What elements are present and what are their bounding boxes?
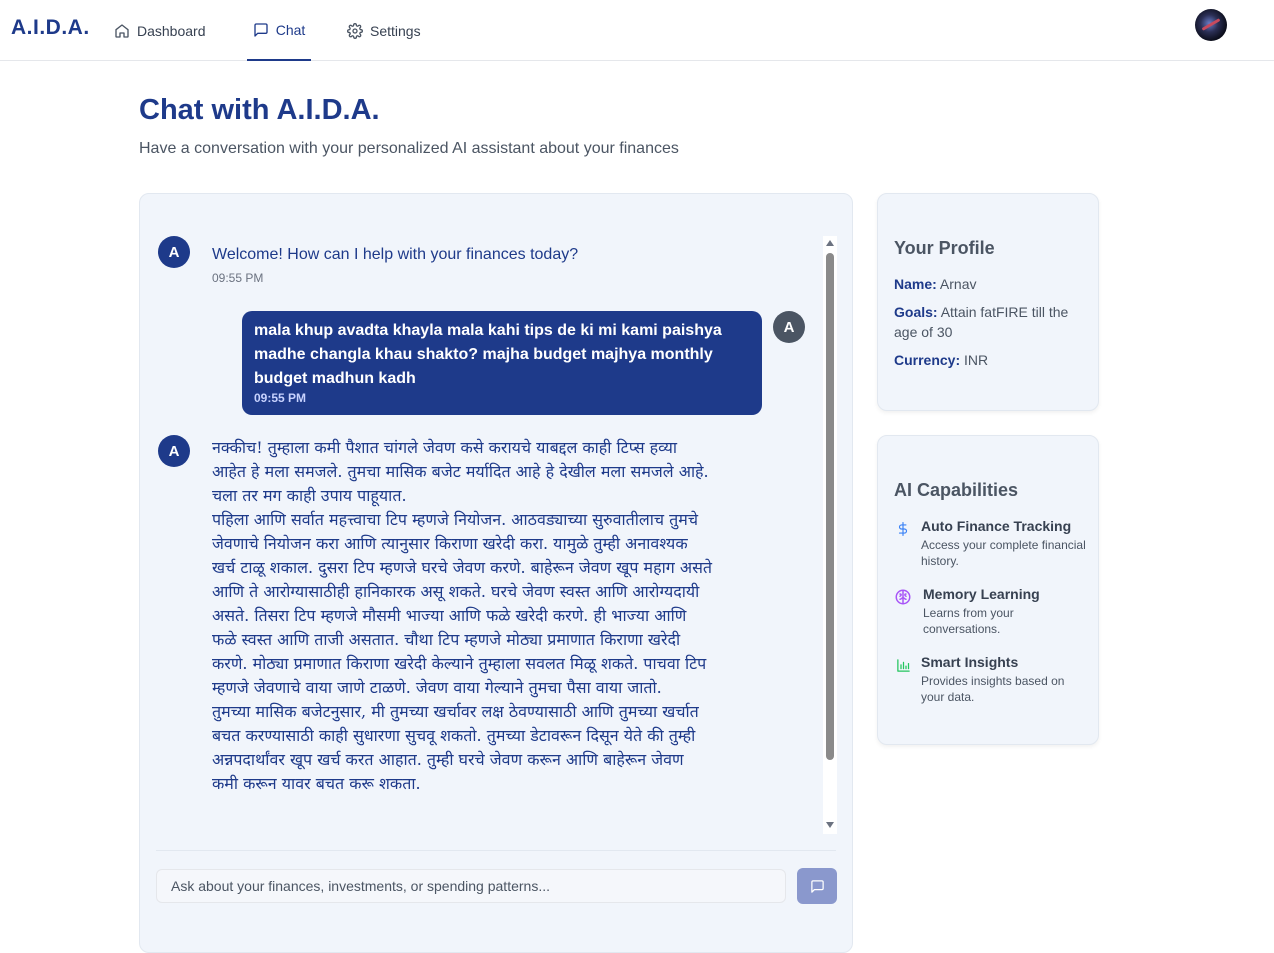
send-button[interactable] bbox=[797, 868, 837, 904]
profile-title: Your Profile bbox=[894, 238, 995, 258]
capability-desc: Provides insights based on your data. bbox=[921, 674, 1065, 704]
nav-dashboard[interactable]: Dashboard bbox=[110, 0, 210, 61]
assistant-avatar: A bbox=[158, 435, 190, 467]
message-scrollbar[interactable] bbox=[823, 236, 837, 834]
chat-input[interactable] bbox=[156, 869, 786, 903]
message-time: 09:55 PM bbox=[212, 271, 264, 285]
home-icon bbox=[115, 23, 129, 38]
chat-bubble-icon bbox=[254, 22, 268, 37]
profile-goals-label: Goals: bbox=[894, 304, 938, 320]
capability-desc: Access your complete financial history. bbox=[921, 538, 1086, 568]
gear-icon bbox=[347, 22, 363, 39]
profile-name-label: Name: bbox=[894, 276, 937, 292]
page-title: Chat with A.I.D.A. bbox=[139, 94, 380, 126]
scroll-thumb[interactable] bbox=[826, 253, 834, 760]
message-list[interactable]: A Welcome! How can I help with your fina… bbox=[156, 236, 822, 831]
capabilities-card: AI Capabilities Auto Finance Tracking Ac… bbox=[877, 435, 1099, 745]
nav-settings[interactable]: Settings bbox=[343, 0, 425, 61]
chat-panel: A Welcome! How can I help with your fina… bbox=[139, 193, 853, 953]
message-paragraph: नक्कीच! तुम्हाला कमी पैशात चांगले जेवण क… bbox=[212, 438, 709, 505]
nav-settings-label: Settings bbox=[370, 22, 421, 39]
brain-icon bbox=[894, 588, 912, 606]
user-message: mala khup avadta khayla mala kahi tips d… bbox=[242, 311, 762, 415]
scroll-down-arrow-icon[interactable] bbox=[826, 822, 834, 828]
profile-currency: Currency: INR bbox=[894, 350, 1084, 370]
message-time: 09:55 PM bbox=[254, 391, 307, 405]
capabilities-title: AI Capabilities bbox=[894, 480, 1019, 500]
capability-name: Auto Finance Tracking bbox=[921, 518, 1072, 534]
profile-currency-label: Currency: bbox=[894, 352, 961, 368]
send-message-icon bbox=[810, 879, 824, 893]
bar-chart-icon bbox=[894, 656, 912, 674]
profile-name-value: Arnav bbox=[939, 276, 977, 292]
profile-currency-value: INR bbox=[964, 352, 989, 368]
composer-divider bbox=[156, 850, 836, 851]
nav-dashboard-label: Dashboard bbox=[137, 22, 206, 39]
assistant-message: Welcome! How can I help with your financ… bbox=[212, 243, 578, 290]
top-navigation: A.I.D.A. Dashboard Chat Settings bbox=[0, 0, 1274, 61]
user-avatar[interactable] bbox=[1195, 9, 1227, 41]
message-paragraph: तुमच्या मासिक बजेटनुसार, मी तुमच्या खर्च… bbox=[212, 702, 699, 793]
page-subtitle: Have a conversation with your personaliz… bbox=[139, 140, 679, 157]
nav-chat-label: Chat bbox=[275, 21, 306, 38]
message-text: mala khup avadta khayla mala kahi tips d… bbox=[254, 322, 722, 387]
assistant-message: नक्कीच! तुम्हाला कमी पैशात चांगले जेवण क… bbox=[212, 436, 712, 796]
profile-card: Your Profile Name: Arnav Goals: Attain f… bbox=[877, 193, 1099, 411]
nav-chat[interactable]: Chat bbox=[247, 0, 311, 61]
scroll-up-arrow-icon[interactable] bbox=[826, 240, 834, 246]
message-text: Welcome! How can I help with your financ… bbox=[212, 246, 579, 263]
dollar-icon bbox=[894, 520, 912, 538]
capability-desc: Learns from your conversations. bbox=[923, 606, 1014, 636]
message-paragraph: पहिला आणि सर्वात महत्त्वाचा टिप म्हणजे न… bbox=[212, 510, 713, 697]
capability-name: Memory Learning bbox=[923, 586, 1040, 602]
profile-name: Name: Arnav bbox=[894, 274, 1084, 294]
profile-goals: Goals: Attain fatFIRE till the age of 30 bbox=[894, 302, 1084, 342]
user-message-avatar: A bbox=[773, 311, 805, 343]
capability-name: Smart Insights bbox=[921, 654, 1019, 670]
brand-logo[interactable]: A.I.D.A. bbox=[11, 16, 90, 40]
assistant-avatar: A bbox=[158, 236, 190, 268]
